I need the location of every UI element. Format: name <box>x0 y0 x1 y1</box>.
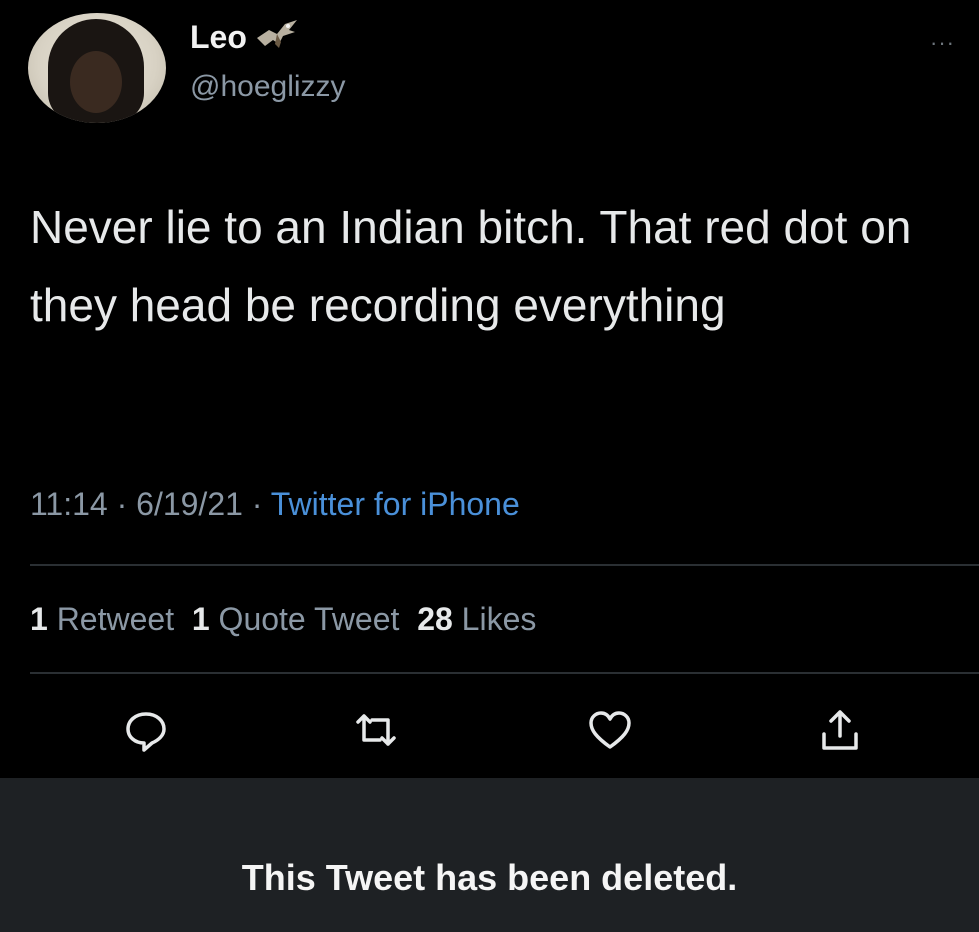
avatar[interactable] <box>28 13 166 123</box>
likes-stat[interactable]: 28 Likes <box>417 601 536 637</box>
retweets-count: 1 <box>30 601 48 637</box>
tweet-date[interactable]: 6/19/21 <box>136 486 243 522</box>
deleted-notice: This Tweet has been deleted. <box>0 778 979 932</box>
meta-separator: · <box>251 486 271 522</box>
share-icon[interactable] <box>816 706 864 754</box>
retweet-icon[interactable] <box>352 706 400 754</box>
author-handle[interactable]: @hoeglizzy <box>190 70 346 104</box>
author-name[interactable]: Leo <box>190 19 247 56</box>
author-name-row[interactable]: Leo <box>190 18 299 57</box>
quotes-label: Quote Tweet <box>218 601 400 637</box>
deleted-notice-text: This Tweet has been deleted. <box>241 857 738 898</box>
tweet-stats: 1 Retweet 1 Quote Tweet 28 Likes <box>30 601 536 638</box>
retweets-stat[interactable]: 1 Retweet <box>30 601 174 637</box>
tweet-actions <box>0 706 979 762</box>
like-icon[interactable] <box>586 706 634 754</box>
retweets-label: Retweet <box>56 601 175 637</box>
tweet: Leo @hoeglizzy ··· Never lie to an India… <box>0 0 979 778</box>
eagle-emoji-icon <box>255 18 299 57</box>
tweet-time[interactable]: 11:14 <box>30 486 108 522</box>
likes-count: 28 <box>417 601 453 637</box>
divider <box>30 672 979 674</box>
divider <box>30 564 979 566</box>
quotes-stat[interactable]: 1 Quote Tweet <box>192 601 400 637</box>
meta-separator: · <box>116 486 137 522</box>
tweet-text: Never lie to an Indian bitch. That red d… <box>30 201 912 331</box>
tweet-meta: 11:14 · 6/19/21 · Twitter for iPhone <box>30 486 520 523</box>
likes-label: Likes <box>461 601 537 637</box>
avatar-face <box>70 51 122 113</box>
tweet-source-link[interactable]: Twitter for iPhone <box>271 486 520 522</box>
more-options-icon[interactable]: ··· <box>930 30 955 56</box>
reply-icon[interactable] <box>122 706 170 754</box>
quotes-count: 1 <box>191 601 210 637</box>
